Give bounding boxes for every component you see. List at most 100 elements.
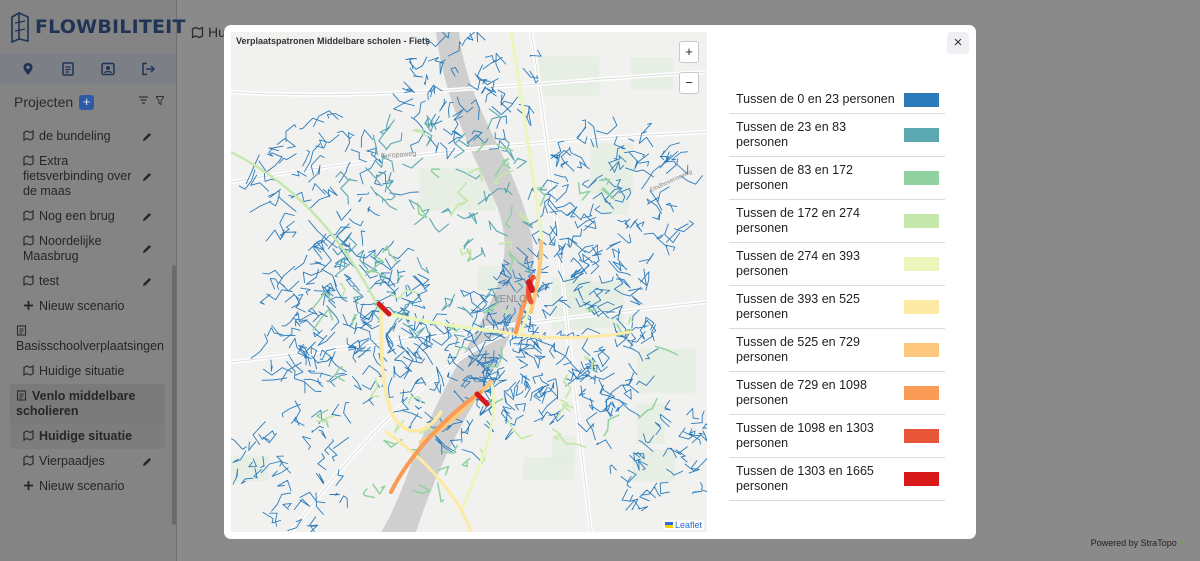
scenario-icon bbox=[23, 274, 34, 287]
legend-row: Tussen de 525 en 729 personen bbox=[729, 329, 945, 372]
projects-title: Projecten bbox=[14, 94, 74, 110]
zoom-control: + bbox=[679, 41, 699, 63]
edit-pencil-icon[interactable] bbox=[141, 456, 153, 468]
map-legend: Tussen de 0 en 23 personen Tussen de 23 e… bbox=[729, 86, 945, 501]
bike-route-segments bbox=[250, 219, 452, 426]
legend-label: Tussen de 1303 en 1665 personen bbox=[736, 464, 874, 493]
scenario-icon bbox=[23, 154, 34, 167]
map-view[interactable]: Europaweg Eindhovenseweg VENLO Verplaatspa… bbox=[231, 32, 707, 532]
add-project-button[interactable]: + bbox=[79, 94, 95, 110]
edit-pencil-icon[interactable] bbox=[141, 276, 153, 288]
legend-label: Tussen de 525 en 729 personen bbox=[736, 335, 860, 364]
scenario-icon bbox=[23, 364, 34, 377]
document-icon bbox=[16, 390, 27, 401]
document-icon bbox=[16, 325, 27, 336]
legend-label: Tussen de 729 en 1098 personen bbox=[736, 378, 867, 407]
edit-pencil-icon[interactable] bbox=[141, 243, 153, 255]
sidebar-item-label: Nieuw scenario bbox=[39, 479, 125, 493]
user-card-icon[interactable] bbox=[100, 61, 116, 77]
sidebar-item-label: Venlo middelbare scholieren bbox=[16, 389, 136, 418]
map-modal: Europaweg Eindhovenseweg VENLO Verplaatspa… bbox=[224, 25, 976, 539]
edit-pencil-icon[interactable] bbox=[141, 171, 153, 183]
map-street-label: Eindhovenseweg bbox=[649, 169, 693, 194]
legend-swatch bbox=[904, 386, 939, 400]
sidebar-item-scenario[interactable]: Extra fietsverbinding over de maas bbox=[10, 149, 165, 204]
sidebar-nav bbox=[0, 54, 176, 84]
legend-row: Tussen de 83 en 172 personen bbox=[729, 157, 945, 200]
sidebar-item-label: Extra fietsverbinding over de maas bbox=[23, 154, 132, 198]
sidebar-item-label: Huidige situatie bbox=[39, 364, 125, 378]
legend-label: Tussen de 23 en 83 personen bbox=[736, 120, 847, 149]
map-pin-icon[interactable] bbox=[20, 61, 36, 77]
legend-row: Tussen de 1098 en 1303 personen bbox=[729, 415, 945, 458]
legend-label: Tussen de 83 en 172 personen bbox=[736, 163, 853, 192]
scenario-icon bbox=[23, 234, 34, 247]
zoom-out-button[interactable]: − bbox=[679, 72, 699, 94]
filter-icon[interactable] bbox=[155, 96, 165, 108]
park-area bbox=[538, 56, 600, 96]
legend-label: Tussen de 393 en 525 personen bbox=[736, 292, 860, 321]
legend-swatch bbox=[904, 472, 939, 486]
document-icon[interactable] bbox=[60, 61, 76, 77]
main-breadcrumb: Hu bbox=[191, 24, 226, 40]
map-attribution[interactable]: Leaflet bbox=[662, 520, 704, 530]
sort-icon[interactable] bbox=[139, 96, 148, 108]
sidebar-item-scenario[interactable]: de bundeling bbox=[10, 124, 165, 149]
edit-pencil-icon[interactable] bbox=[141, 131, 153, 143]
edit-pencil-icon[interactable] bbox=[141, 211, 153, 223]
legend-label: Tussen de 1098 en 1303 personen bbox=[736, 421, 874, 450]
legend-swatch bbox=[904, 343, 939, 357]
legend-swatch bbox=[904, 429, 939, 443]
plus-icon bbox=[23, 300, 34, 311]
legend-swatch bbox=[904, 257, 939, 271]
sidebar-item-label: Nog een brug bbox=[39, 209, 115, 223]
park-area bbox=[637, 348, 696, 393]
scenario-icon bbox=[23, 454, 34, 467]
map-canvas[interactable]: Europaweg Eindhovenseweg VENLO bbox=[231, 32, 707, 532]
sidebar-item-scenario[interactable]: Huidige situatie bbox=[10, 359, 165, 384]
sidebar-item-scenario[interactable]: Nog een brug bbox=[10, 204, 165, 229]
scenario-icon bbox=[23, 209, 34, 222]
sidebar-item-label: test bbox=[39, 274, 60, 288]
scenario-icon bbox=[23, 129, 34, 142]
legend-swatch bbox=[904, 300, 939, 314]
legend-label: Tussen de 0 en 23 personen bbox=[736, 92, 895, 106]
park-area bbox=[523, 457, 575, 481]
plus-icon bbox=[23, 480, 34, 491]
sidebar-item-scenario[interactable]: Huidige situatie bbox=[10, 424, 165, 449]
attribution-link[interactable]: Leaflet bbox=[675, 520, 702, 530]
scenario-icon bbox=[191, 25, 204, 39]
logout-icon[interactable] bbox=[140, 61, 156, 77]
sidebar-item-new-scenario[interactable]: Nieuw scenario bbox=[10, 474, 165, 499]
sidebar-item-scenario[interactable]: Vierpaadjes bbox=[10, 449, 165, 474]
sidebar-item-scenario[interactable]: Noordelijke Maasbrug bbox=[10, 229, 165, 269]
legend-label: Tussen de 172 en 274 personen bbox=[736, 206, 860, 235]
bike-flow-route bbox=[474, 391, 490, 407]
legend-row: Tussen de 172 en 274 personen bbox=[729, 200, 945, 243]
legend-row: Tussen de 23 en 83 personen bbox=[729, 114, 945, 157]
sidebar-item-label: Huidige situatie bbox=[39, 429, 133, 443]
sidebar-item-label: de bundeling bbox=[39, 129, 111, 143]
sidebar: FLOWBILITEIT Projecten + de bundeling Ex… bbox=[0, 0, 185, 561]
sidebar-item-new-scenario[interactable]: Nieuw scenario bbox=[10, 294, 165, 319]
sidebar-item-label: Nieuw scenario bbox=[39, 299, 125, 313]
logo-mark-icon bbox=[11, 11, 29, 43]
sidebar-scrollbar[interactable] bbox=[172, 265, 176, 525]
logo: FLOWBILITEIT bbox=[9, 8, 186, 46]
close-button[interactable]: × bbox=[947, 32, 969, 54]
sidebar-item-project[interactable]: Venlo middelbare scholieren bbox=[10, 384, 165, 424]
bike-route-segments bbox=[238, 110, 419, 260]
scenario-icon bbox=[23, 429, 34, 442]
legend-row: Tussen de 274 en 393 personen bbox=[729, 243, 945, 286]
river-maas bbox=[381, 32, 534, 532]
projects-header: Projecten + bbox=[14, 94, 165, 110]
bike-flow-route bbox=[526, 279, 535, 293]
sidebar-item-label: Vierpaadjes bbox=[39, 454, 105, 468]
sidebar-item-scenario[interactable]: test bbox=[10, 269, 165, 294]
sidebar-item-label: Noordelijke Maasbrug bbox=[23, 234, 102, 263]
zoom-in-button[interactable]: + bbox=[680, 42, 698, 62]
legend-swatch bbox=[904, 171, 939, 185]
sidebar-item-project[interactable]: Basisschoolverplaatsingen bbox=[10, 319, 165, 359]
legend-swatch bbox=[904, 92, 939, 107]
map-street-label: Europaweg bbox=[381, 151, 417, 160]
